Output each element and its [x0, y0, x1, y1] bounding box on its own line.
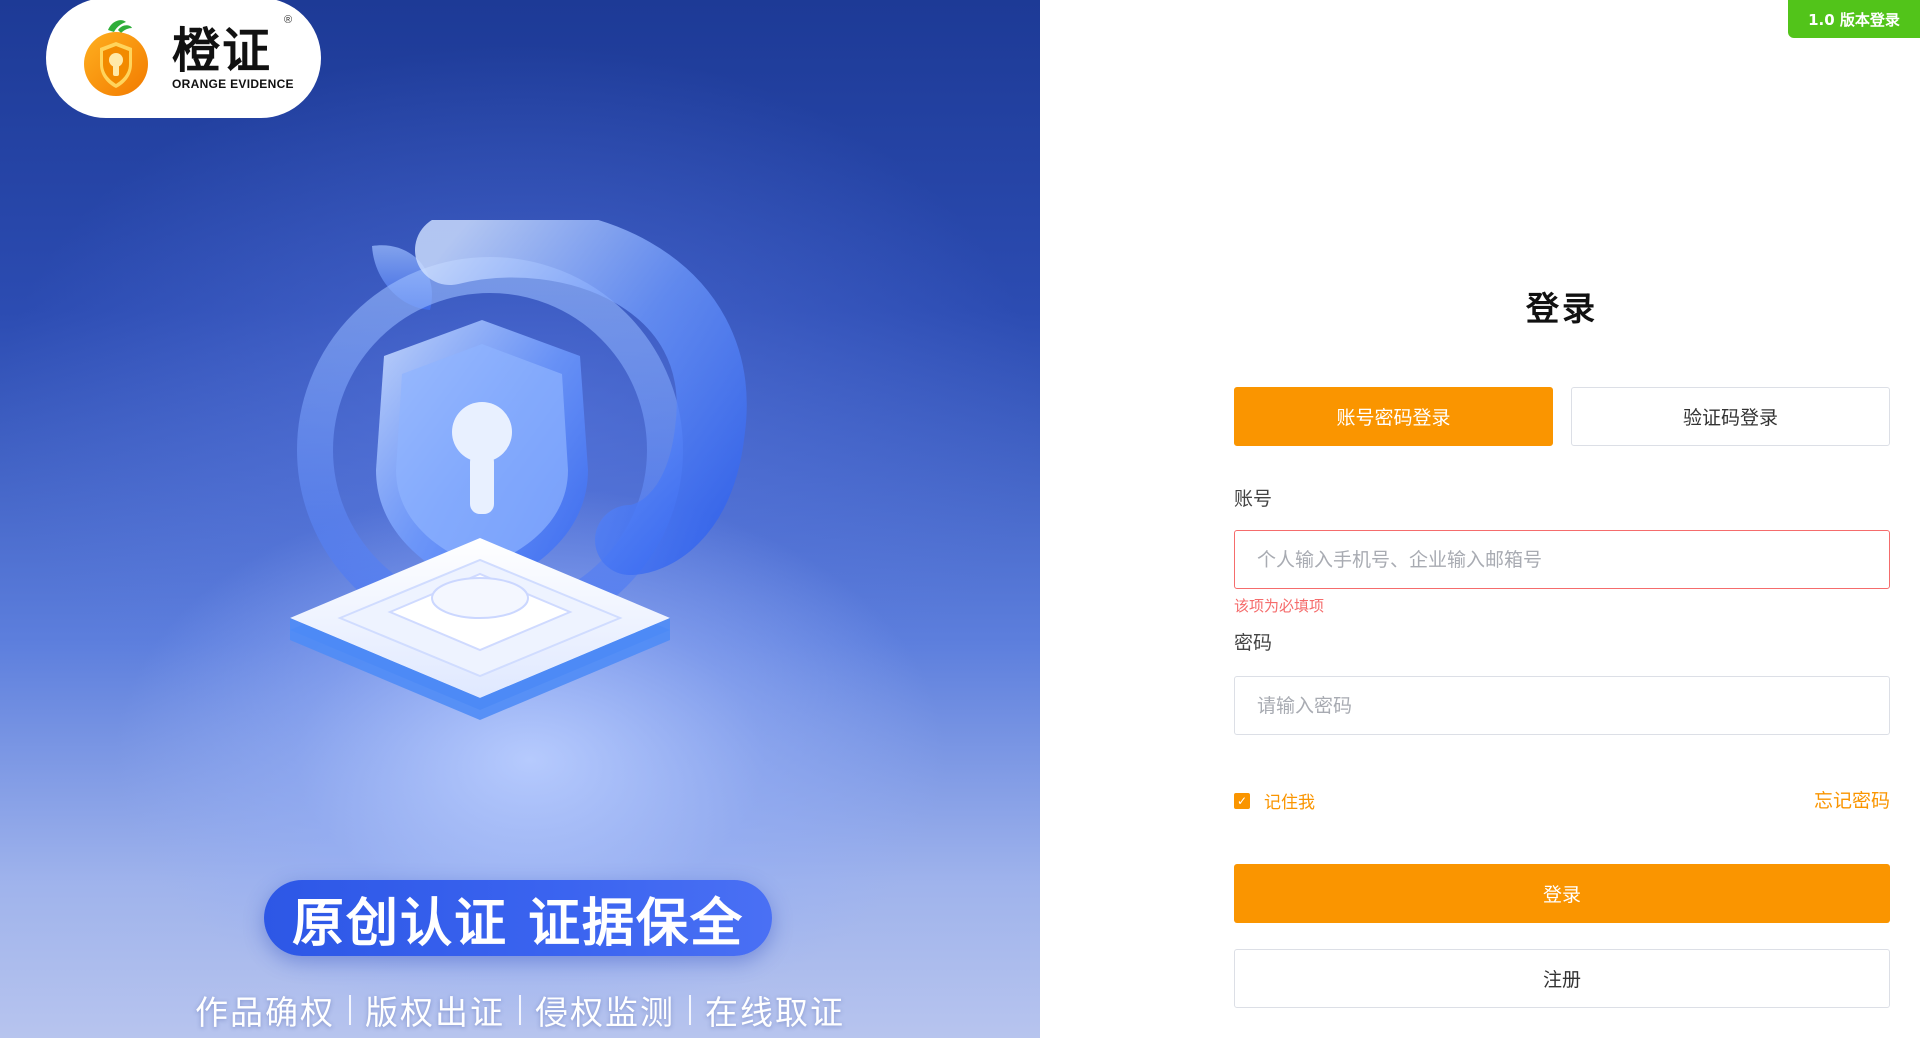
remember-me-checkbox[interactable]: ✓ 记住我 — [1234, 788, 1315, 813]
feature-divider — [689, 995, 691, 1025]
password-input[interactable] — [1257, 677, 1889, 734]
version-login-badge[interactable]: 1.0 版本登录 — [1788, 0, 1920, 38]
feature-item: 在线取证 — [705, 993, 845, 1032]
feature-divider — [349, 995, 351, 1025]
checkmark-icon[interactable]: ✓ — [1234, 792, 1250, 809]
login-button[interactable]: 登录 — [1234, 864, 1890, 923]
padlock-shield-illustration-icon — [290, 220, 747, 720]
feature-item: 版权出证 — [365, 993, 505, 1032]
account-label: 账号 — [1234, 488, 1273, 510]
feature-divider — [519, 995, 521, 1025]
orange-keyhole-logo-icon — [84, 20, 148, 96]
hero-feature-list: 作品确权 版权出证 侵权监测 在线取证 — [0, 986, 1040, 1034]
password-label: 密码 — [1234, 632, 1273, 654]
feature-item: 侵权监测 — [535, 993, 675, 1032]
account-input[interactable] — [1257, 531, 1889, 588]
brand-logo: 橙证 ORANGE EVIDENCE ® — [46, 0, 321, 118]
tab-account-password[interactable]: 账号密码登录 — [1234, 387, 1553, 446]
forgot-password-link[interactable]: 忘记密码 — [1814, 786, 1890, 813]
account-error-message: 该项为必填项 — [1234, 597, 1325, 615]
hero-slogan: 原创认证 证据保全 — [264, 880, 772, 956]
registered-mark: ® — [284, 14, 293, 26]
password-field — [1234, 676, 1890, 735]
register-button[interactable]: 注册 — [1234, 949, 1890, 1008]
account-field — [1234, 530, 1890, 589]
remember-me-label: 记住我 — [1264, 793, 1315, 813]
brand-name-en: ORANGE EVIDENCE — [172, 77, 294, 91]
login-title: 登录 — [1526, 289, 1598, 328]
brand-name-cn: 橙证 — [172, 23, 273, 79]
hero-panel: 橙证 ORANGE EVIDENCE ® 原创认证 证据保全 作品确权 版权出证… — [0, 0, 1040, 1038]
feature-item: 作品确权 — [195, 993, 335, 1032]
tab-verification-code[interactable]: 验证码登录 — [1571, 387, 1890, 446]
